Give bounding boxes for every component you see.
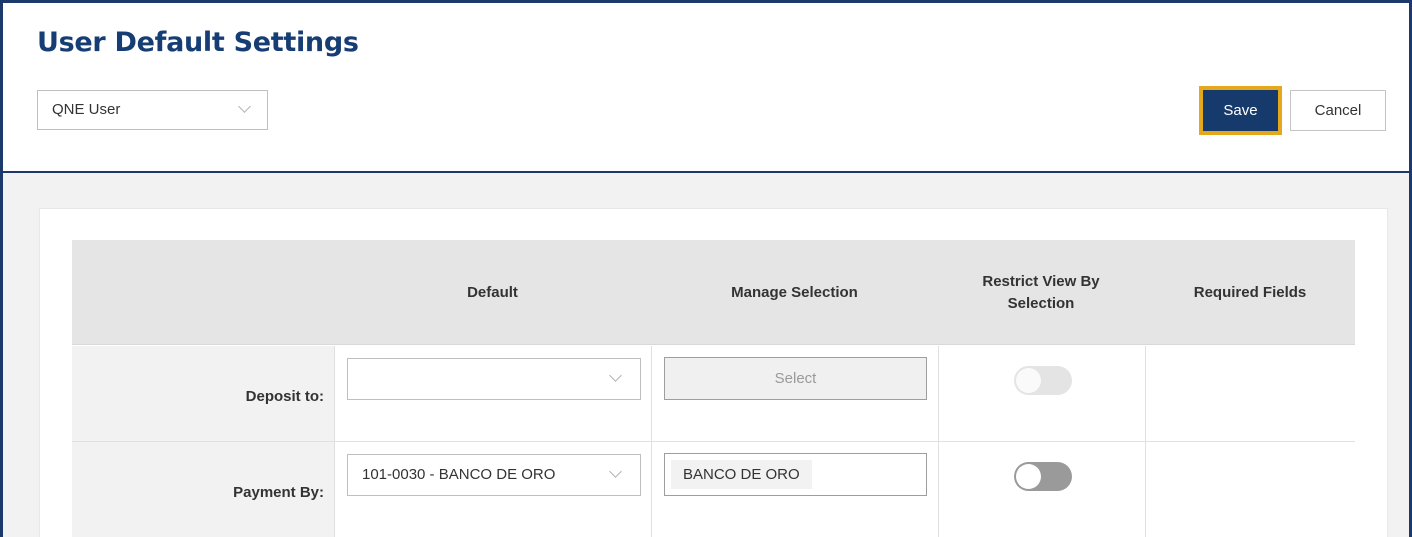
default-cell: 101-0030 - BANCO DE ORO [334, 442, 651, 537]
column-header-manage-selection: Manage Selection [731, 283, 858, 301]
row-label: Deposit to: [72, 346, 334, 441]
page-title: User Default Settings [37, 27, 359, 58]
column-header-default: Default [467, 283, 518, 301]
restrict-view-cell [938, 346, 1145, 441]
restrict-view-toggle[interactable] [1014, 366, 1072, 395]
restrict-view-cell [938, 442, 1145, 537]
chevron-down-icon [609, 369, 622, 382]
deposit-to-default-dropdown[interactable] [347, 358, 641, 400]
user-select-dropdown[interactable]: QNE User [37, 90, 268, 130]
manage-selection-cell: Select [651, 346, 938, 441]
payment-by-default-dropdown[interactable]: 101-0030 - BANCO DE ORO [347, 454, 641, 496]
toggle-knob [1016, 368, 1041, 393]
toggle-knob [1016, 464, 1041, 489]
table-row-deposit-to: Deposit to: Select [72, 346, 1355, 442]
selection-tag[interactable]: BANCO DE ORO [671, 460, 812, 489]
column-header-restrict-view: Restrict View By Selection [982, 272, 1100, 312]
user-select-value: QNE User [52, 101, 121, 118]
page-header: User Default Settings QNE User Save Canc… [3, 3, 1409, 173]
selection-tag-box[interactable]: BANCO DE ORO [664, 453, 927, 496]
chevron-down-icon [238, 100, 251, 113]
required-fields-cell [1145, 346, 1355, 441]
manage-selection-cell: BANCO DE ORO [651, 442, 938, 537]
chevron-down-icon [609, 465, 622, 478]
select-button[interactable]: Select [664, 357, 927, 400]
table-header: Default Manage Selection Restrict View B… [72, 240, 1355, 345]
dropdown-value: 101-0030 - BANCO DE ORO [362, 466, 556, 483]
cancel-button[interactable]: Cancel [1290, 90, 1386, 131]
row-label: Payment By: [72, 442, 334, 537]
restrict-view-toggle[interactable] [1014, 462, 1072, 491]
column-header-required-fields: Required Fields [1193, 283, 1307, 301]
row-label-text: Deposit to: [245, 388, 324, 405]
app-window: User Default Settings QNE User Save Canc… [0, 0, 1412, 537]
default-cell [334, 346, 651, 441]
settings-table: Default Manage Selection Restrict View B… [72, 240, 1355, 537]
required-fields-cell [1145, 442, 1355, 537]
save-button[interactable]: Save [1199, 86, 1282, 135]
row-label-text: Payment By: [233, 484, 324, 501]
table-row-payment-by: Payment By: 101-0030 - BANCO DE ORO BANC… [72, 442, 1355, 537]
